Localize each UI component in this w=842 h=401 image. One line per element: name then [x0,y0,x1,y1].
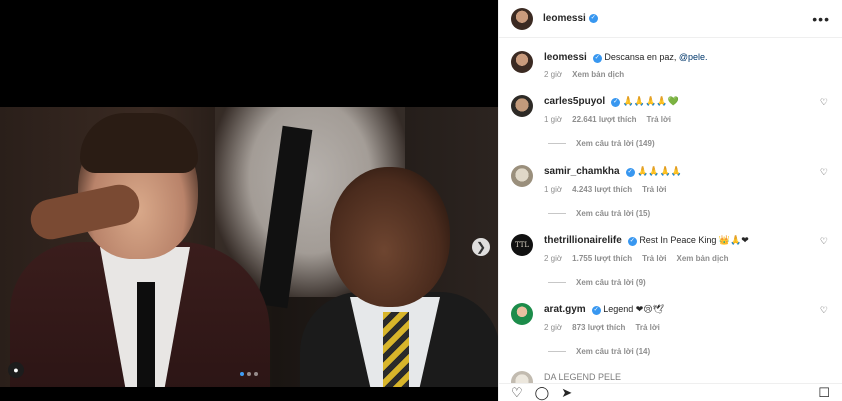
comment-emoji: ❤😢🕊 [635,305,665,315]
avatar-logo-text: TTL [514,241,530,249]
reply-button[interactable]: Trả lời [647,113,671,126]
caption-text: Descansa en paz, [604,52,679,62]
comment-likes[interactable]: 22.641 lượt thích [572,113,636,126]
verified-badge-icon: ✓ [627,237,637,246]
replies-divider [548,213,566,214]
comment-text: 🙏🙏🙏🙏 [637,167,682,177]
comment-item: carles5puyol ✓ 🙏🙏🙏🙏💚 1 giờ 22.641 lượt th… [511,95,830,148]
comment-time[interactable]: 1 giờ [544,183,562,196]
comment-item: DA LEGEND PELE [511,371,830,383]
bookmark-icon[interactable]: ☐ [818,385,830,401]
avatar[interactable] [511,95,533,117]
carousel-dot [247,372,251,376]
post-photo[interactable] [0,107,498,387]
replies-divider [548,282,566,283]
author-username[interactable]: leomessi [543,13,586,24]
comment-username[interactable]: samir_chamkha [544,166,620,177]
comment-item: TTL thetrillionairelife ✓ Rest In Peace K… [511,234,830,287]
avatar[interactable] [511,303,533,325]
comment-icon[interactable]: ◯ [535,385,550,401]
comment-username[interactable]: arat.gym [544,304,586,315]
comment-likes[interactable]: 873 lượt thích [572,321,625,334]
more-horizontal-icon[interactable]: ••• [812,11,830,27]
caption-username[interactable]: leomessi [544,52,587,63]
photo-figure-left-hair [80,113,198,173]
avatar[interactable] [511,51,533,73]
carousel-dot [240,372,244,376]
verified-badge-icon: ✓ [611,98,621,107]
verified-badge-icon: ✓ [625,168,635,177]
heart-icon[interactable]: ♡ [820,97,828,108]
heart-icon[interactable]: ♡ [820,167,828,178]
post-media: ❯ ● [0,0,498,401]
view-replies-button[interactable]: Xem câu trả lời (9) [548,278,830,287]
view-replies-label: Xem câu trả lời (15) [576,209,651,218]
comment-text: Rest In Peace King [639,235,719,245]
comment-likes[interactable]: 4.243 lượt thích [572,183,632,196]
translate-link[interactable]: Xem bản dịch [676,252,728,265]
comments-list[interactable]: leomessi ✓ Descansa en paz, @pele. 2 giờ … [499,38,842,383]
comment-likes[interactable]: 1.755 lượt thích [572,252,632,265]
view-replies-label: Xem câu trả lời (14) [576,347,651,356]
comment-time[interactable]: 1 giờ [544,113,562,126]
heart-icon[interactable]: ♡ [820,305,828,316]
avatar[interactable]: TTL [511,234,533,256]
view-replies-button[interactable]: Xem câu trả lời (14) [548,347,830,356]
photo-figure-right-tie [383,312,409,387]
caption: leomessi ✓ Descansa en paz, @pele. 2 giờ … [511,51,830,81]
translate-link[interactable]: Xem bản dịch [572,68,624,81]
reply-button[interactable]: Trả lời [635,321,659,334]
verified-badge-icon: ✓ [591,306,601,315]
verified-badge-icon: ✓ [588,14,598,23]
replies-divider [548,143,566,144]
view-replies-button[interactable]: Xem câu trả lời (15) [548,209,830,218]
caption-time[interactable]: 2 giờ [544,68,562,81]
comment-emoji: 👑🙏❤ [718,236,749,246]
share-icon[interactable]: ➤ [561,385,572,401]
comment-text: DA LEGEND PELE [544,372,622,382]
photo-figure-left-tie [137,282,155,387]
replies-divider [548,351,566,352]
mention-link[interactable]: @pele. [679,52,708,62]
view-replies-label: Xem câu trả lời (149) [576,139,655,148]
comment-item: arat.gym ✓ Legend ❤😢🕊 2 giờ 873 lượt thíc… [511,303,830,356]
comment-time[interactable]: 2 giờ [544,252,562,265]
view-replies-button[interactable]: Xem câu trả lời (149) [548,139,830,148]
heart-icon[interactable]: ♡ [511,385,523,401]
carousel-dot [254,372,258,376]
comment-username[interactable]: thetrillionairelife [544,235,622,246]
verified-badge-icon: ✓ [592,54,602,63]
comment-text: Legend [603,304,636,314]
post-actions-bar: ♡ ◯ ➤ ☐ [499,383,842,401]
user-tag-icon[interactable]: ● [8,362,24,378]
heart-icon[interactable]: ♡ [820,236,828,247]
comment-item: samir_chamkha ✓ 🙏🙏🙏🙏 1 giờ 4.243 lượt thí… [511,165,830,218]
view-replies-label: Xem câu trả lời (9) [576,278,646,287]
reply-button[interactable]: Trả lời [642,252,666,265]
chevron-right-icon[interactable]: ❯ [472,238,490,256]
avatar[interactable] [511,165,533,187]
reply-button[interactable]: Trả lời [642,183,666,196]
comment-time[interactable]: 2 giờ [544,321,562,334]
photo-figure-right-head [330,167,450,307]
comment-text: 🙏🙏🙏🙏💚 [622,97,679,107]
post-header: leomessi ✓ ••• [499,0,842,38]
comment-username[interactable]: carles5puyol [544,96,605,107]
avatar[interactable] [511,7,533,30]
post-side-panel: leomessi ✓ ••• leomessi ✓ Descansa en paz… [498,0,842,401]
carousel-dots [240,372,258,376]
avatar[interactable] [511,371,533,383]
